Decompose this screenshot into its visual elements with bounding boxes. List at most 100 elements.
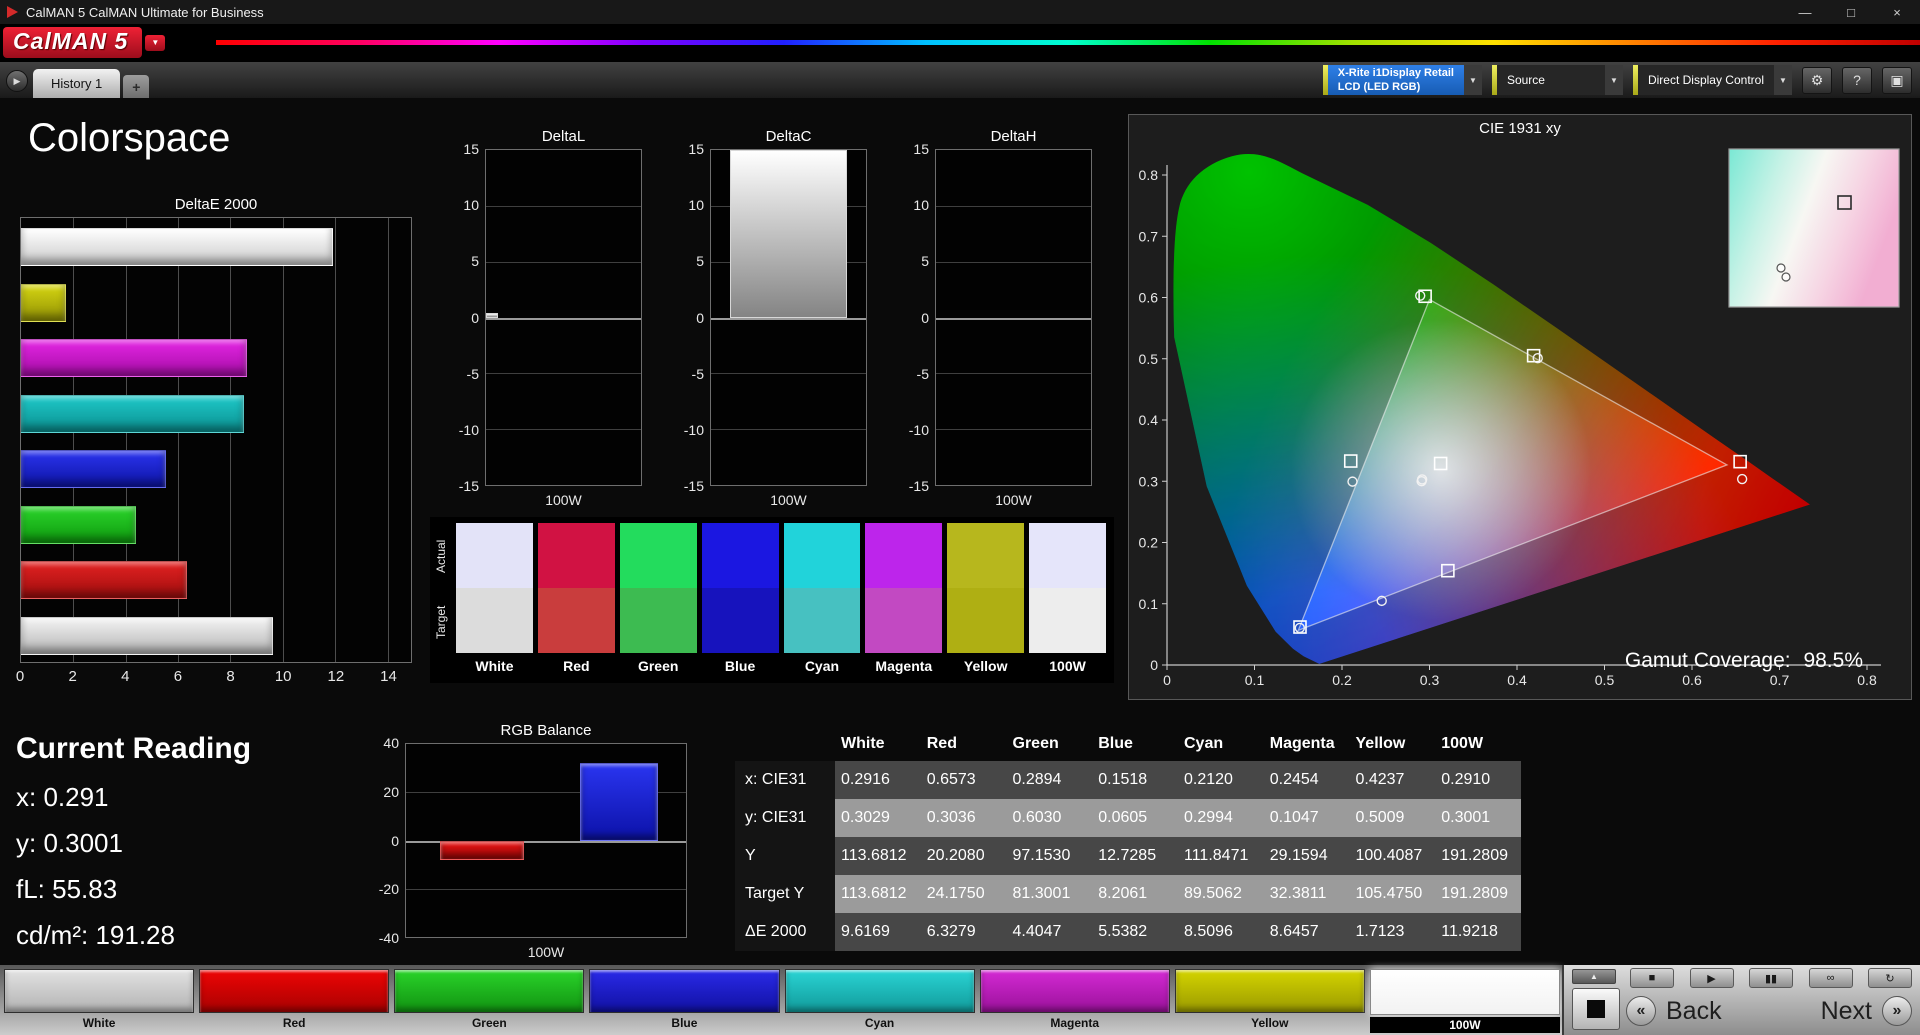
display-control-dropdown[interactable]: Direct Display Control ▼	[1632, 65, 1792, 95]
pause-icon: ▮▮	[1764, 972, 1778, 985]
column-header-100w: 100W	[1441, 735, 1484, 752]
rgb-bar-blue	[579, 763, 658, 841]
actual-swatch-yellow	[947, 523, 1025, 588]
next-arrow-button[interactable]: »	[1882, 996, 1912, 1026]
pattern-swatch-white[interactable]: White	[4, 969, 195, 1033]
minimize-button[interactable]: —	[1782, 0, 1828, 24]
svg-text:0.7: 0.7	[1139, 228, 1159, 244]
actual-swatch-magenta	[865, 523, 943, 588]
stop-measurement-button[interactable]	[1572, 988, 1620, 1030]
tab-scroll-button[interactable]: ▶	[6, 70, 28, 92]
row-label: ΔE 2000	[735, 913, 835, 951]
y-tick-label: 20	[383, 783, 399, 800]
pattern-swatch-red[interactable]: Red	[199, 969, 390, 1033]
column-header-cyan: Cyan	[1184, 735, 1224, 752]
meter-value: X-Rite i1Display Retail LCD (LED RGB)	[1327, 65, 1464, 95]
play-icon: ▶	[13, 75, 21, 86]
tab-history-1[interactable]: History 1	[33, 69, 121, 98]
swatch-label: Blue	[724, 658, 756, 674]
gamut-coverage: Gamut Coverage: 98.5%	[1618, 649, 1863, 673]
plot-area	[935, 149, 1092, 486]
close-button[interactable]: ×	[1874, 0, 1920, 24]
deltae-bar-red	[21, 561, 187, 599]
loop-icon: ∞	[1826, 972, 1835, 984]
source-dropdown[interactable]: Source ▼	[1491, 65, 1623, 95]
swatch-column-cyan: Cyan	[783, 523, 861, 679]
next-button[interactable]: Next	[1821, 997, 1872, 1026]
calman-logo: CalMAN 5	[3, 27, 143, 58]
chevron-down-icon: ▼	[1774, 65, 1792, 95]
inset-measured-marker	[1781, 272, 1791, 282]
actual-row-label: Actual	[434, 539, 448, 573]
plot-area	[405, 743, 687, 938]
table-cell: 0.1518	[1098, 771, 1148, 788]
back-button[interactable]: Back	[1666, 997, 1722, 1026]
x-tick-label: 6	[173, 668, 183, 685]
play-button[interactable]: ▶	[1689, 968, 1734, 988]
actual-swatch-white	[456, 523, 533, 588]
pattern-swatch-cyan[interactable]: Cyan	[784, 969, 975, 1033]
table-row: Y 113.6812 20.2080 97.1530 12.7285 111.8471 29…	[735, 837, 1521, 875]
meter-dropdown[interactable]: X-Rite i1Display Retail LCD (LED RGB) ▼	[1322, 65, 1482, 95]
meter-line-1: X-Rite i1Display Retail	[1337, 66, 1454, 79]
row-label: y: CIE31	[735, 799, 835, 837]
deltae-bar-green	[21, 505, 137, 544]
gridline	[486, 205, 641, 207]
navigation-controls: « Back Next »	[1626, 992, 1912, 1030]
delta-bar	[486, 312, 498, 318]
table-cell: 11.9218	[1441, 923, 1498, 940]
settings-button[interactable]: ⚙	[1802, 66, 1832, 94]
back-arrow-button[interactable]: «	[1626, 996, 1656, 1026]
pattern-swatch-blue[interactable]: Blue	[589, 969, 780, 1033]
pause-button[interactable]: ▮▮	[1749, 968, 1793, 988]
actual-swatch-blue	[701, 523, 779, 588]
continuous-read-button[interactable]: ∞	[1808, 968, 1853, 988]
pattern-swatch-green[interactable]: Green	[394, 969, 585, 1033]
svg-text:0.7: 0.7	[1770, 672, 1790, 688]
deltac-chart: DeltaC 15 10 5 0 -5 -10 -15 100W	[676, 128, 867, 508]
maximize-button[interactable]: □	[1828, 0, 1874, 24]
deltae-plot-area	[20, 217, 412, 663]
next-arrow-icon: »	[1892, 1002, 1902, 1019]
pattern-swatch-100w[interactable]: 100W	[1369, 969, 1560, 1033]
target-swatch-white	[456, 588, 533, 653]
refresh-button[interactable]: ↻	[1868, 968, 1912, 988]
pattern-swatch-magenta[interactable]: Magenta	[979, 969, 1170, 1033]
table-cell: 29.1594	[1269, 847, 1328, 864]
pattern-swatch-yellow[interactable]: Yellow	[1174, 969, 1365, 1033]
table-cell: 111.8471	[1184, 847, 1249, 864]
table-cell: 0.2994	[1184, 809, 1233, 826]
deltal-chart: DeltaL 15 10 5 0 -5 -10 -15 100W	[451, 128, 642, 508]
calman-logo-menu[interactable]: CalMAN 5 ▼	[3, 26, 166, 59]
y-tick-label: 10	[913, 197, 929, 214]
white-point-inset	[1728, 148, 1900, 308]
swatch-label: 100W	[1049, 658, 1086, 674]
table-cell: 0.6573	[926, 771, 976, 788]
gridline	[936, 317, 1091, 320]
swatch-label: Magenta	[875, 658, 933, 674]
target-swatch-yellow	[947, 588, 1025, 653]
swatch-label: Green	[637, 658, 679, 674]
meter-line-2: LCD (LED RGB)	[1337, 81, 1421, 93]
window-title: CalMAN 5 CalMAN Ultimate for Business	[26, 4, 264, 20]
current-reading-values: x: 0.291 y: 0.3001 fL: 55.83 cd/m²: 191.28	[16, 782, 251, 951]
y-tick-label: -10	[458, 421, 479, 438]
chart-title: DeltaE 2000	[174, 196, 258, 213]
help-button[interactable]: ?	[1842, 66, 1872, 94]
layout-button[interactable]: ▣	[1882, 66, 1912, 94]
table-cell: 4.4047	[1012, 923, 1062, 940]
stop-button[interactable]: ■	[1630, 968, 1674, 988]
swatch-color	[394, 969, 585, 1013]
chevron-down-icon: ▼	[1463, 65, 1482, 95]
column-header-magenta: Magenta	[1269, 735, 1335, 752]
swatch-color	[589, 969, 780, 1013]
chevron-down-icon: ▼	[145, 34, 166, 51]
svg-text:0.5: 0.5	[1139, 351, 1159, 367]
y-tick-label: 10	[688, 197, 704, 214]
cie-1931-panel: CIE 1931 xy 0 0 0.1 0.1 0.2 0.2 0.3 0.3 …	[1128, 114, 1912, 700]
collapse-panel-button[interactable]: ▲	[1572, 969, 1616, 984]
gridline	[486, 429, 641, 431]
add-tab-button[interactable]: +	[123, 75, 150, 98]
column-header-blue: Blue	[1098, 735, 1133, 752]
y-tick-label: -15	[458, 478, 479, 494]
